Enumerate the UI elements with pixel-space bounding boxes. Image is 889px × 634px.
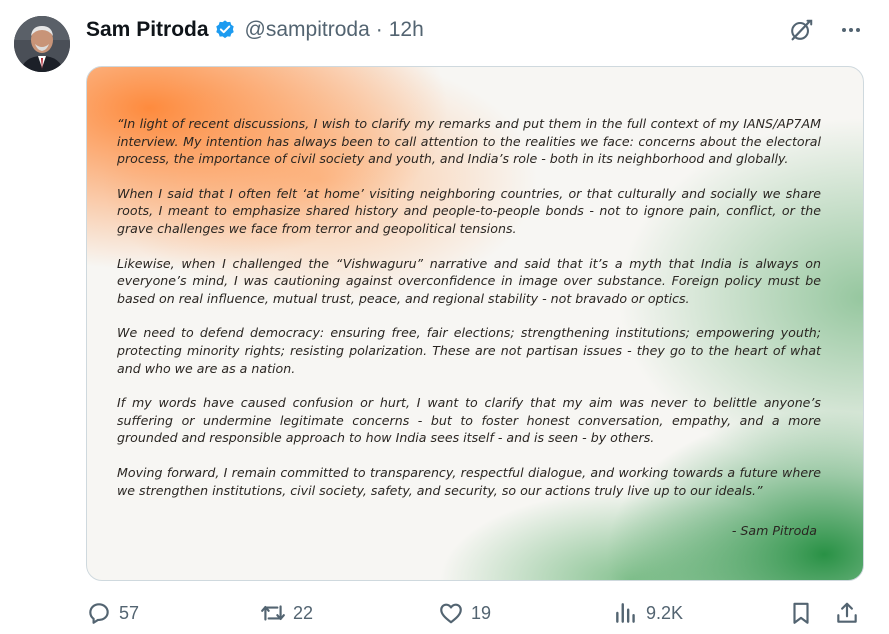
letter-body: “In light of recent discussions, I wish … [117, 115, 821, 516]
letter-paragraph: Moving forward, I remain committed to tr… [117, 464, 821, 498]
letter-signature: - Sam Pitroda [731, 523, 817, 538]
letter-paragraph: Likewise, when I challenged the “Vishwag… [117, 255, 821, 306]
tweet-header: Sam Pitroda @sampitroda · 12h [86, 16, 424, 44]
tweet-image[interactable]: “In light of recent discussions, I wish … [86, 66, 864, 581]
views-button[interactable]: 9.2K [613, 596, 683, 630]
tweet-timestamp[interactable]: 12h [389, 18, 424, 42]
reply-icon [89, 603, 109, 624]
repost-count: 22 [293, 602, 314, 623]
share-icon [837, 602, 857, 623]
author-handle[interactable]: @sampitroda [245, 18, 370, 42]
repost-button[interactable]: 22 [260, 596, 313, 630]
repost-icon [261, 605, 285, 621]
letter-paragraph: “In light of recent discussions, I wish … [117, 116, 821, 167]
share-button[interactable] [834, 596, 860, 630]
reply-button[interactable]: 57 [86, 596, 139, 630]
like-icon [440, 603, 462, 624]
reply-count: 57 [119, 602, 140, 623]
separator-dot: · [375, 18, 383, 41]
like-count: 19 [471, 602, 492, 623]
author-name[interactable]: Sam Pitroda [86, 18, 209, 42]
views-icon [616, 603, 635, 623]
bookmark-button[interactable] [788, 596, 814, 630]
view-count: 9.2K [646, 602, 684, 623]
letter-paragraph: We need to defend democracy: ensuring fr… [117, 325, 821, 376]
like-button[interactable]: 19 [438, 596, 491, 630]
bookmark-icon [793, 602, 809, 624]
grok-icon[interactable] [787, 16, 815, 44]
letter-paragraph: When I said that I often felt ‘at home’ … [117, 185, 821, 236]
letter-paragraph: If my words have caused confusion or hur… [117, 395, 821, 446]
tweet-top-actions [787, 16, 865, 44]
verified-badge-icon[interactable] [214, 19, 236, 41]
avatar[interactable] [14, 16, 70, 72]
more-icon[interactable] [837, 16, 865, 44]
tweet-action-bar: 57 22 19 9.2K [86, 596, 862, 630]
